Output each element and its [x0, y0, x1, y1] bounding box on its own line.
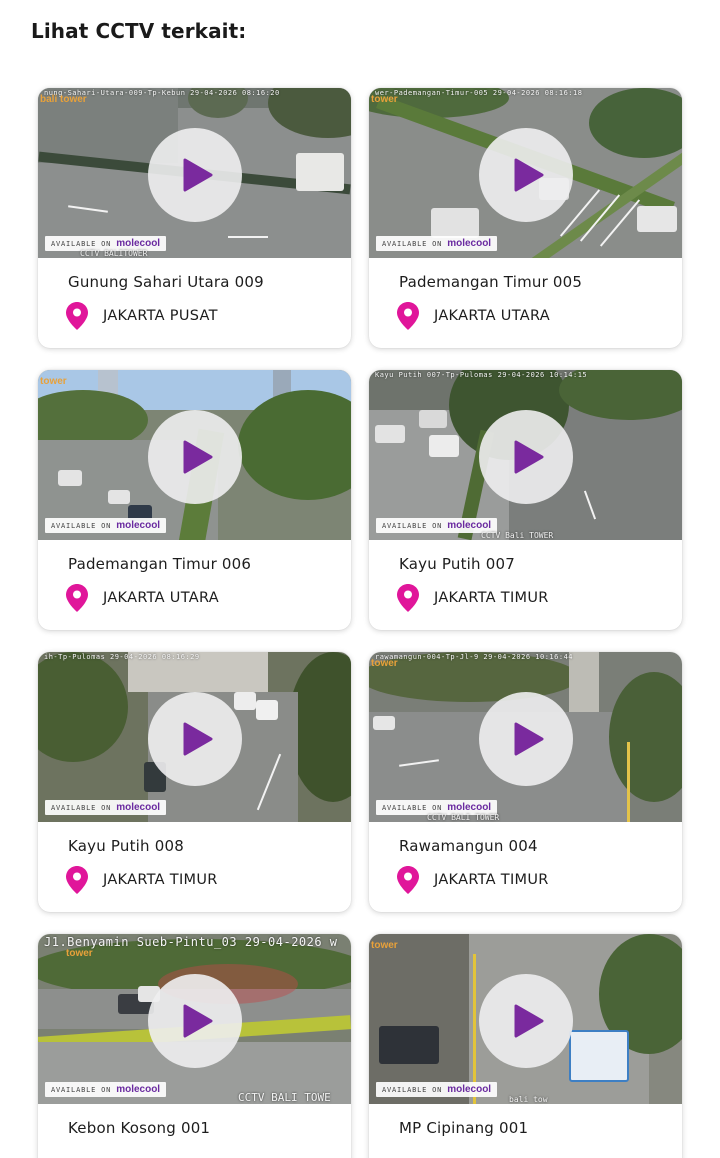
- camera-timestamp: rawamangun-004-Tp-Jl-9 29-04-2026 10:16:…: [375, 653, 574, 661]
- play-icon: [514, 1004, 544, 1038]
- cctv-card[interactable]: nung-Sahari-Utara-009-Tp-Kebun 29-04-202…: [38, 88, 351, 348]
- location-pin-icon: [66, 584, 88, 612]
- cctv-thumbnail[interactable]: ih-Tp-Pulomas 29-04-2026 08:16:29 AVAILA…: [38, 652, 351, 822]
- watermark-brand: tower: [66, 948, 93, 959]
- available-badge: AVAILABLE ON molecool: [45, 800, 167, 815]
- cctv-card[interactable]: tower AVAILABLE ON molecool bali tow MP …: [369, 934, 682, 1158]
- cctv-card[interactable]: J1.Benyamin Sueb-Pintu_03 29-04-2026 w t…: [38, 934, 351, 1158]
- play-icon: [183, 722, 213, 756]
- cctv-thumbnail[interactable]: wer-Pademangan-Timur-005 29-04-2026 08:1…: [369, 88, 682, 258]
- cctv-card[interactable]: wer-Pademangan-Timur-005 29-04-2026 08:1…: [369, 88, 682, 348]
- available-badge: AVAILABLE ON molecool: [45, 1082, 167, 1097]
- cctv-card[interactable]: ih-Tp-Pulomas 29-04-2026 08:16:29 AVAILA…: [38, 652, 351, 912]
- camera-name: MP Cipinang 001: [399, 1119, 529, 1137]
- available-brand: molecool: [116, 1084, 161, 1095]
- cctv-watermark: bali tow: [509, 1095, 548, 1104]
- city-label: JAKARTA TIMUR: [434, 590, 549, 606]
- cctv-thumbnail[interactable]: tower AVAILABLE ON molecool bali tow: [369, 934, 682, 1104]
- camera-name: Gunung Sahari Utara 009: [68, 273, 264, 291]
- city-label: JAKARTA TIMUR: [103, 872, 218, 888]
- play-button[interactable]: [479, 974, 573, 1068]
- cctv-card[interactable]: tower AVAILABLE ON molecool Pademangan T…: [38, 370, 351, 630]
- cctv-watermark: CCTV BALI TOWE: [238, 1091, 331, 1104]
- cctv-thumbnail[interactable]: nung-Sahari-Utara-009-Tp-Kebun 29-04-202…: [38, 88, 351, 258]
- play-icon: [183, 1004, 213, 1038]
- play-button[interactable]: [479, 128, 573, 222]
- cctv-thumbnail[interactable]: tower AVAILABLE ON molecool: [38, 370, 351, 540]
- available-brand: molecool: [116, 520, 161, 531]
- available-badge: AVAILABLE ON molecool: [45, 518, 167, 533]
- play-button[interactable]: [479, 692, 573, 786]
- play-icon: [183, 440, 213, 474]
- available-label: AVAILABLE ON: [51, 1085, 112, 1094]
- play-button[interactable]: [479, 410, 573, 504]
- play-button[interactable]: [148, 692, 242, 786]
- watermark-brand: tower: [371, 94, 398, 105]
- camera-timestamp: wer-Pademangan-Timur-005 29-04-2026 08:1…: [375, 89, 583, 97]
- play-icon: [514, 722, 544, 756]
- available-label: AVAILABLE ON: [382, 239, 443, 248]
- play-icon: [514, 440, 544, 474]
- city-label: JAKARTA PUSAT: [103, 308, 218, 324]
- cctv-watermark: CCTV Bali TOWER: [481, 531, 554, 540]
- available-badge: AVAILABLE ON molecool: [376, 518, 498, 533]
- play-button[interactable]: [148, 974, 242, 1068]
- available-brand: molecool: [447, 238, 492, 249]
- available-brand: molecool: [116, 238, 161, 249]
- location-pin-icon: [397, 866, 419, 894]
- available-brand: molecool: [447, 1084, 492, 1095]
- available-badge: AVAILABLE ON molecool: [376, 236, 498, 251]
- camera-location: JAKARTA UTARA: [397, 302, 682, 330]
- watermark-brand: bali tower: [40, 94, 87, 105]
- available-label: AVAILABLE ON: [51, 803, 112, 812]
- watermark-brand: tower: [371, 658, 398, 669]
- location-pin-icon: [66, 866, 88, 894]
- camera-name: Kayu Putih 008: [68, 837, 184, 855]
- location-pin-icon: [66, 302, 88, 330]
- camera-timestamp: J1.Benyamin Sueb-Pintu_03 29-04-2026 w: [44, 935, 338, 949]
- camera-name: Kebon Kosong 001: [68, 1119, 211, 1137]
- city-label: JAKARTA UTARA: [434, 308, 550, 324]
- available-badge: AVAILABLE ON molecool: [376, 1082, 498, 1097]
- available-label: AVAILABLE ON: [382, 1085, 443, 1094]
- location-pin-icon: [397, 584, 419, 612]
- cctv-card[interactable]: rawamangun-004-Tp-Jl-9 29-04-2026 10:16:…: [369, 652, 682, 912]
- camera-name: Pademangan Timur 005: [399, 273, 583, 291]
- available-label: AVAILABLE ON: [51, 521, 112, 530]
- camera-location: JAKARTA PUSAT: [66, 302, 351, 330]
- cctv-thumbnail[interactable]: J1.Benyamin Sueb-Pintu_03 29-04-2026 w t…: [38, 934, 351, 1104]
- cctv-card[interactable]: Kayu Putih 007-Tp-Pulomas 29-04-2026 10:…: [369, 370, 682, 630]
- cctv-watermark: CCTV BALITOWER: [80, 249, 148, 258]
- camera-timestamp: ih-Tp-Pulomas 29-04-2026 08:16:29: [44, 653, 200, 661]
- camera-timestamp: Kayu Putih 007-Tp-Pulomas 29-04-2026 10:…: [375, 371, 588, 379]
- cctv-thumbnail[interactable]: rawamangun-004-Tp-Jl-9 29-04-2026 10:16:…: [369, 652, 682, 822]
- city-label: JAKARTA UTARA: [103, 590, 219, 606]
- camera-location: JAKARTA TIMUR: [397, 866, 682, 894]
- cctv-watermark: CCTV BALI TOWER: [427, 813, 500, 822]
- play-button[interactable]: [148, 410, 242, 504]
- camera-location: JAKARTA TIMUR: [66, 866, 351, 894]
- section-heading: Lihat CCTV terkait:: [31, 19, 247, 43]
- available-label: AVAILABLE ON: [382, 521, 443, 530]
- available-label: AVAILABLE ON: [51, 239, 112, 248]
- location-pin-icon: [397, 302, 419, 330]
- watermark-brand: tower: [40, 376, 67, 387]
- available-brand: molecool: [447, 802, 492, 813]
- camera-name: Rawamangun 004: [399, 837, 538, 855]
- cctv-thumbnail[interactable]: Kayu Putih 007-Tp-Pulomas 29-04-2026 10:…: [369, 370, 682, 540]
- camera-name: Kayu Putih 007: [399, 555, 515, 573]
- camera-location: JAKARTA UTARA: [66, 584, 351, 612]
- available-brand: molecool: [447, 520, 492, 531]
- camera-location: JAKARTA TIMUR: [397, 584, 682, 612]
- play-icon: [514, 158, 544, 192]
- available-label: AVAILABLE ON: [382, 803, 443, 812]
- play-button[interactable]: [148, 128, 242, 222]
- cctv-grid: nung-Sahari-Utara-009-Tp-Kebun 29-04-202…: [38, 88, 682, 1158]
- available-brand: molecool: [116, 802, 161, 813]
- watermark-brand: tower: [371, 940, 398, 951]
- camera-name: Pademangan Timur 006: [68, 555, 252, 573]
- play-icon: [183, 158, 213, 192]
- page: Lihat CCTV terkait: nung-Sahari-Utara-00…: [0, 0, 720, 1158]
- city-label: JAKARTA TIMUR: [434, 872, 549, 888]
